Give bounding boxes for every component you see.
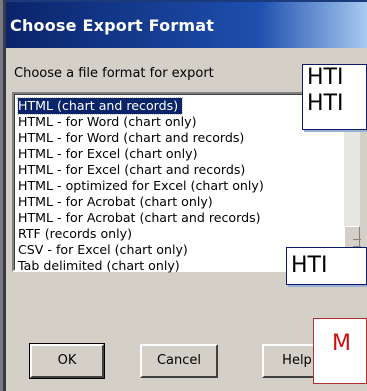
overlay-warning-text: M: [332, 331, 351, 356]
overlay-line: HTI: [291, 253, 328, 278]
format-option[interactable]: HTML - for Acrobat (chart and records): [18, 210, 261, 226]
format-option[interactable]: HTML - for Word (chart and records): [18, 130, 244, 146]
format-option[interactable]: Tab delimited (chart only): [18, 258, 180, 274]
format-option[interactable]: HTML - optimized for Excel (chart only): [18, 178, 264, 194]
format-option[interactable]: HTML - for Word (chart only): [18, 114, 197, 130]
format-option[interactable]: HTML - for Excel (chart and records): [18, 162, 245, 178]
overlay-callout-top: HTI HTI: [302, 64, 367, 130]
format-option[interactable]: HTML - for Excel (chart only): [18, 146, 198, 162]
format-option[interactable]: RTF (records only): [18, 226, 132, 242]
overlay-line: HTI: [307, 65, 344, 90]
cancel-button[interactable]: Cancel: [140, 344, 218, 378]
format-option[interactable]: CSV - for Excel (chart only): [18, 242, 188, 258]
overlay-line: HTI: [307, 91, 344, 116]
format-option[interactable]: HTML (chart and records): [16, 97, 184, 115]
ok-button[interactable]: OK: [29, 343, 105, 379]
overlay-callout-middle: HTI: [286, 247, 367, 285]
grip-icon: [353, 239, 361, 247]
format-listbox[interactable]: HTML (chart and records) HTML - for Word…: [12, 92, 361, 274]
format-option[interactable]: HTML - for Acrobat (chart only): [18, 194, 213, 210]
title-bar[interactable]: Choose Export Format: [6, 0, 367, 48]
dialog-title: Choose Export Format: [10, 16, 215, 35]
overlay-callout-bottom: M: [313, 318, 367, 384]
prompt-label: Choose a file format for export: [14, 66, 214, 81]
